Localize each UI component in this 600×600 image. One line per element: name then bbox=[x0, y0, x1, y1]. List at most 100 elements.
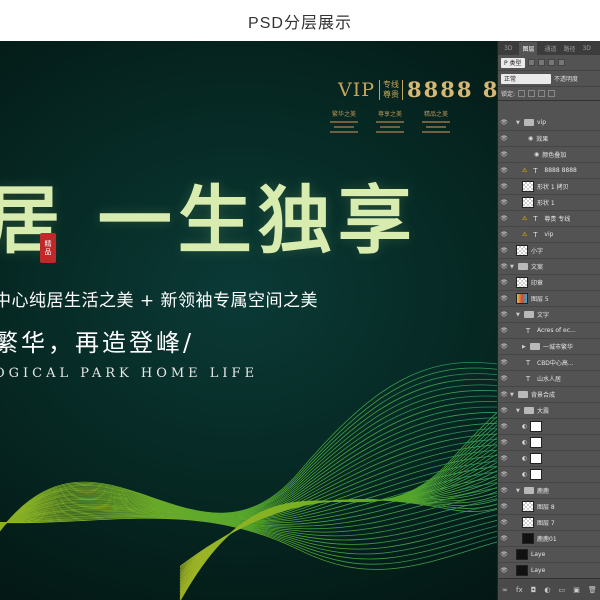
layer-row[interactable]: 👁 ▼ 文字 bbox=[498, 307, 600, 323]
layer-row[interactable]: 👁 ⚠ T 尊贵 专线 bbox=[498, 211, 600, 227]
layer-row[interactable]: 👁 ▼ 文案 bbox=[498, 259, 600, 275]
adjust-icon[interactable]: ◐ bbox=[544, 586, 550, 594]
effect-visibility-icon[interactable]: ◉ bbox=[534, 151, 539, 158]
layer-row[interactable]: 👁 小字 bbox=[498, 243, 600, 259]
visibility-eye-icon[interactable]: 👁 bbox=[498, 295, 510, 302]
visibility-eye-icon[interactable]: 👁 bbox=[498, 263, 510, 270]
layer-name: 图层 8 bbox=[537, 504, 555, 511]
visibility-eye-icon[interactable]: 👁 bbox=[498, 151, 510, 158]
layer-row[interactable]: 👁 图层 7 bbox=[498, 515, 600, 531]
visibility-eye-icon[interactable]: 👁 bbox=[498, 567, 510, 574]
layer-row[interactable]: 👁 ▼ 背景合成 bbox=[498, 387, 600, 403]
fx-icon[interactable]: fx bbox=[516, 586, 523, 594]
visibility-eye-icon[interactable]: 👁 bbox=[498, 407, 510, 414]
layer-row[interactable]: 👁 ▶ 一城市繁华 bbox=[498, 339, 600, 355]
mask-icon[interactable]: ◘ bbox=[531, 586, 537, 594]
filter-adjust-icon[interactable] bbox=[537, 59, 545, 66]
visibility-eye-icon[interactable]: 👁 bbox=[498, 551, 510, 558]
layer-name: Laye bbox=[531, 551, 546, 558]
layer-name: 鹿鹿01 bbox=[537, 536, 557, 543]
visibility-eye-icon[interactable]: 👁 bbox=[498, 503, 510, 510]
visibility-eye-icon[interactable]: 👁 bbox=[498, 487, 510, 494]
visibility-eye-icon[interactable]: 👁 bbox=[498, 375, 510, 382]
info-line bbox=[330, 121, 358, 123]
layer-row[interactable]: 👁 ◐ bbox=[498, 451, 600, 467]
layer-row[interactable]: 👁 ▼ 大震 bbox=[498, 403, 600, 419]
layer-mask-thumbnail[interactable] bbox=[530, 453, 543, 464]
layer-row[interactable]: 👁 Laye bbox=[498, 563, 600, 579]
visibility-eye-icon[interactable]: 👁 bbox=[498, 215, 510, 222]
visibility-eye-icon[interactable]: 👁 bbox=[498, 231, 510, 238]
chevron-down-icon[interactable]: ▼ bbox=[516, 488, 524, 494]
layer-row[interactable]: 👁 图层 8 bbox=[498, 499, 600, 515]
layer-row[interactable]: 👁 形状 1 拷贝 bbox=[498, 179, 600, 195]
layer-row[interactable]: 👁 图层 5 bbox=[498, 291, 600, 307]
chevron-right-icon[interactable]: ▶ bbox=[522, 344, 530, 350]
layer-row[interactable]: 👁 ◉ 颜色叠加 bbox=[498, 147, 600, 163]
layer-mask-thumbnail[interactable] bbox=[530, 421, 543, 432]
visibility-eye-icon[interactable]: 👁 bbox=[498, 279, 510, 286]
warning-icon: ⚠ bbox=[522, 215, 528, 222]
visibility-eye-icon[interactable]: 👁 bbox=[498, 199, 510, 206]
layer-row[interactable]: 👁 鹿鹿01 bbox=[498, 531, 600, 547]
folder-icon[interactable]: ▭ bbox=[559, 586, 566, 594]
layer-name: 图层 5 bbox=[531, 296, 549, 303]
visibility-eye-icon[interactable]: 👁 bbox=[498, 135, 510, 142]
visibility-eye-icon[interactable]: 👁 bbox=[498, 471, 510, 478]
visibility-eye-icon[interactable]: 👁 bbox=[498, 311, 510, 318]
filter-type-icon[interactable] bbox=[547, 59, 555, 66]
filter-select[interactable]: P 类型 bbox=[501, 57, 525, 68]
tab-3d[interactable]: 3D bbox=[582, 45, 590, 52]
layer-row[interactable]: 👁 ◐ bbox=[498, 467, 600, 483]
blend-mode-select[interactable]: 正常 bbox=[501, 73, 551, 84]
new-icon[interactable]: ▣ bbox=[573, 586, 580, 594]
layer-row[interactable]: 👁 T Acres of ec... bbox=[498, 323, 600, 339]
layer-row[interactable]: 👁 ⚠ T 8888 8888 bbox=[498, 163, 600, 179]
filter-pixel-icon[interactable] bbox=[527, 59, 535, 66]
visibility-eye-icon[interactable]: 👁 bbox=[498, 455, 510, 462]
layer-mask-thumbnail[interactable] bbox=[530, 469, 543, 480]
layer-row[interactable]: 👁 ▼ vip bbox=[498, 115, 600, 131]
visibility-eye-icon[interactable]: 👁 bbox=[498, 167, 510, 174]
chevron-down-icon[interactable]: ▼ bbox=[510, 264, 518, 270]
visibility-eye-icon[interactable]: 👁 bbox=[498, 119, 510, 126]
visibility-eye-icon[interactable]: 👁 bbox=[498, 327, 510, 334]
visibility-eye-icon[interactable]: 👁 bbox=[498, 391, 510, 398]
layer-row[interactable]: 👁 ◉ 效果 bbox=[498, 131, 600, 147]
visibility-eye-icon[interactable]: 👁 bbox=[498, 519, 510, 526]
visibility-eye-icon[interactable]: 👁 bbox=[498, 183, 510, 190]
chevron-down-icon[interactable]: ▼ bbox=[510, 392, 518, 398]
layer-row[interactable]: 👁 ⚠ Tvip bbox=[498, 227, 600, 243]
visibility-eye-icon[interactable]: 👁 bbox=[498, 439, 510, 446]
info-col-1: 繁华之美 bbox=[330, 109, 358, 133]
lock-paint-icon[interactable] bbox=[528, 90, 536, 97]
layer-row[interactable]: 👁 ◐ bbox=[498, 419, 600, 435]
link-icon[interactable]: ∞ bbox=[502, 586, 508, 594]
lock-move-icon[interactable] bbox=[538, 90, 546, 97]
layer-row[interactable]: 👁 形状 1 bbox=[498, 195, 600, 211]
layer-row[interactable]: 👁 Laye bbox=[498, 547, 600, 563]
trash-icon[interactable]: 🗑 bbox=[588, 586, 597, 594]
layer-row[interactable]: 👁 T CBD中心高... bbox=[498, 355, 600, 371]
visibility-eye-icon[interactable]: 👁 bbox=[498, 359, 510, 366]
layer-row[interactable]: 👁 T 山水人居 bbox=[498, 371, 600, 387]
visibility-eye-icon[interactable]: 👁 bbox=[498, 247, 510, 254]
chevron-down-icon[interactable]: ▼ bbox=[516, 312, 524, 318]
lock-all-icon[interactable] bbox=[548, 90, 556, 97]
visibility-eye-icon[interactable]: 👁 bbox=[498, 423, 510, 430]
chevron-down-icon[interactable]: ▼ bbox=[516, 408, 524, 414]
tab-3d-left[interactable]: 3D bbox=[504, 45, 512, 52]
layer-row[interactable]: 👁 ▼ 鹿鹿 bbox=[498, 483, 600, 499]
tab-paths[interactable]: 路径 bbox=[563, 44, 575, 53]
layer-mask-thumbnail[interactable] bbox=[530, 437, 543, 448]
lock-transparent-icon[interactable] bbox=[518, 90, 526, 97]
chevron-down-icon[interactable]: ▼ bbox=[516, 120, 524, 126]
tab-layers[interactable]: 图层 bbox=[519, 41, 538, 55]
layer-row[interactable]: 👁 印章 bbox=[498, 275, 600, 291]
visibility-eye-icon[interactable]: 👁 bbox=[498, 343, 510, 350]
filter-shape-icon[interactable] bbox=[557, 59, 565, 66]
layer-name: 形状 1 拷贝 bbox=[537, 184, 569, 191]
layer-row[interactable]: 👁 ◐ bbox=[498, 435, 600, 451]
tab-channels[interactable]: 通道 bbox=[544, 44, 556, 53]
visibility-eye-icon[interactable]: 👁 bbox=[498, 535, 510, 542]
